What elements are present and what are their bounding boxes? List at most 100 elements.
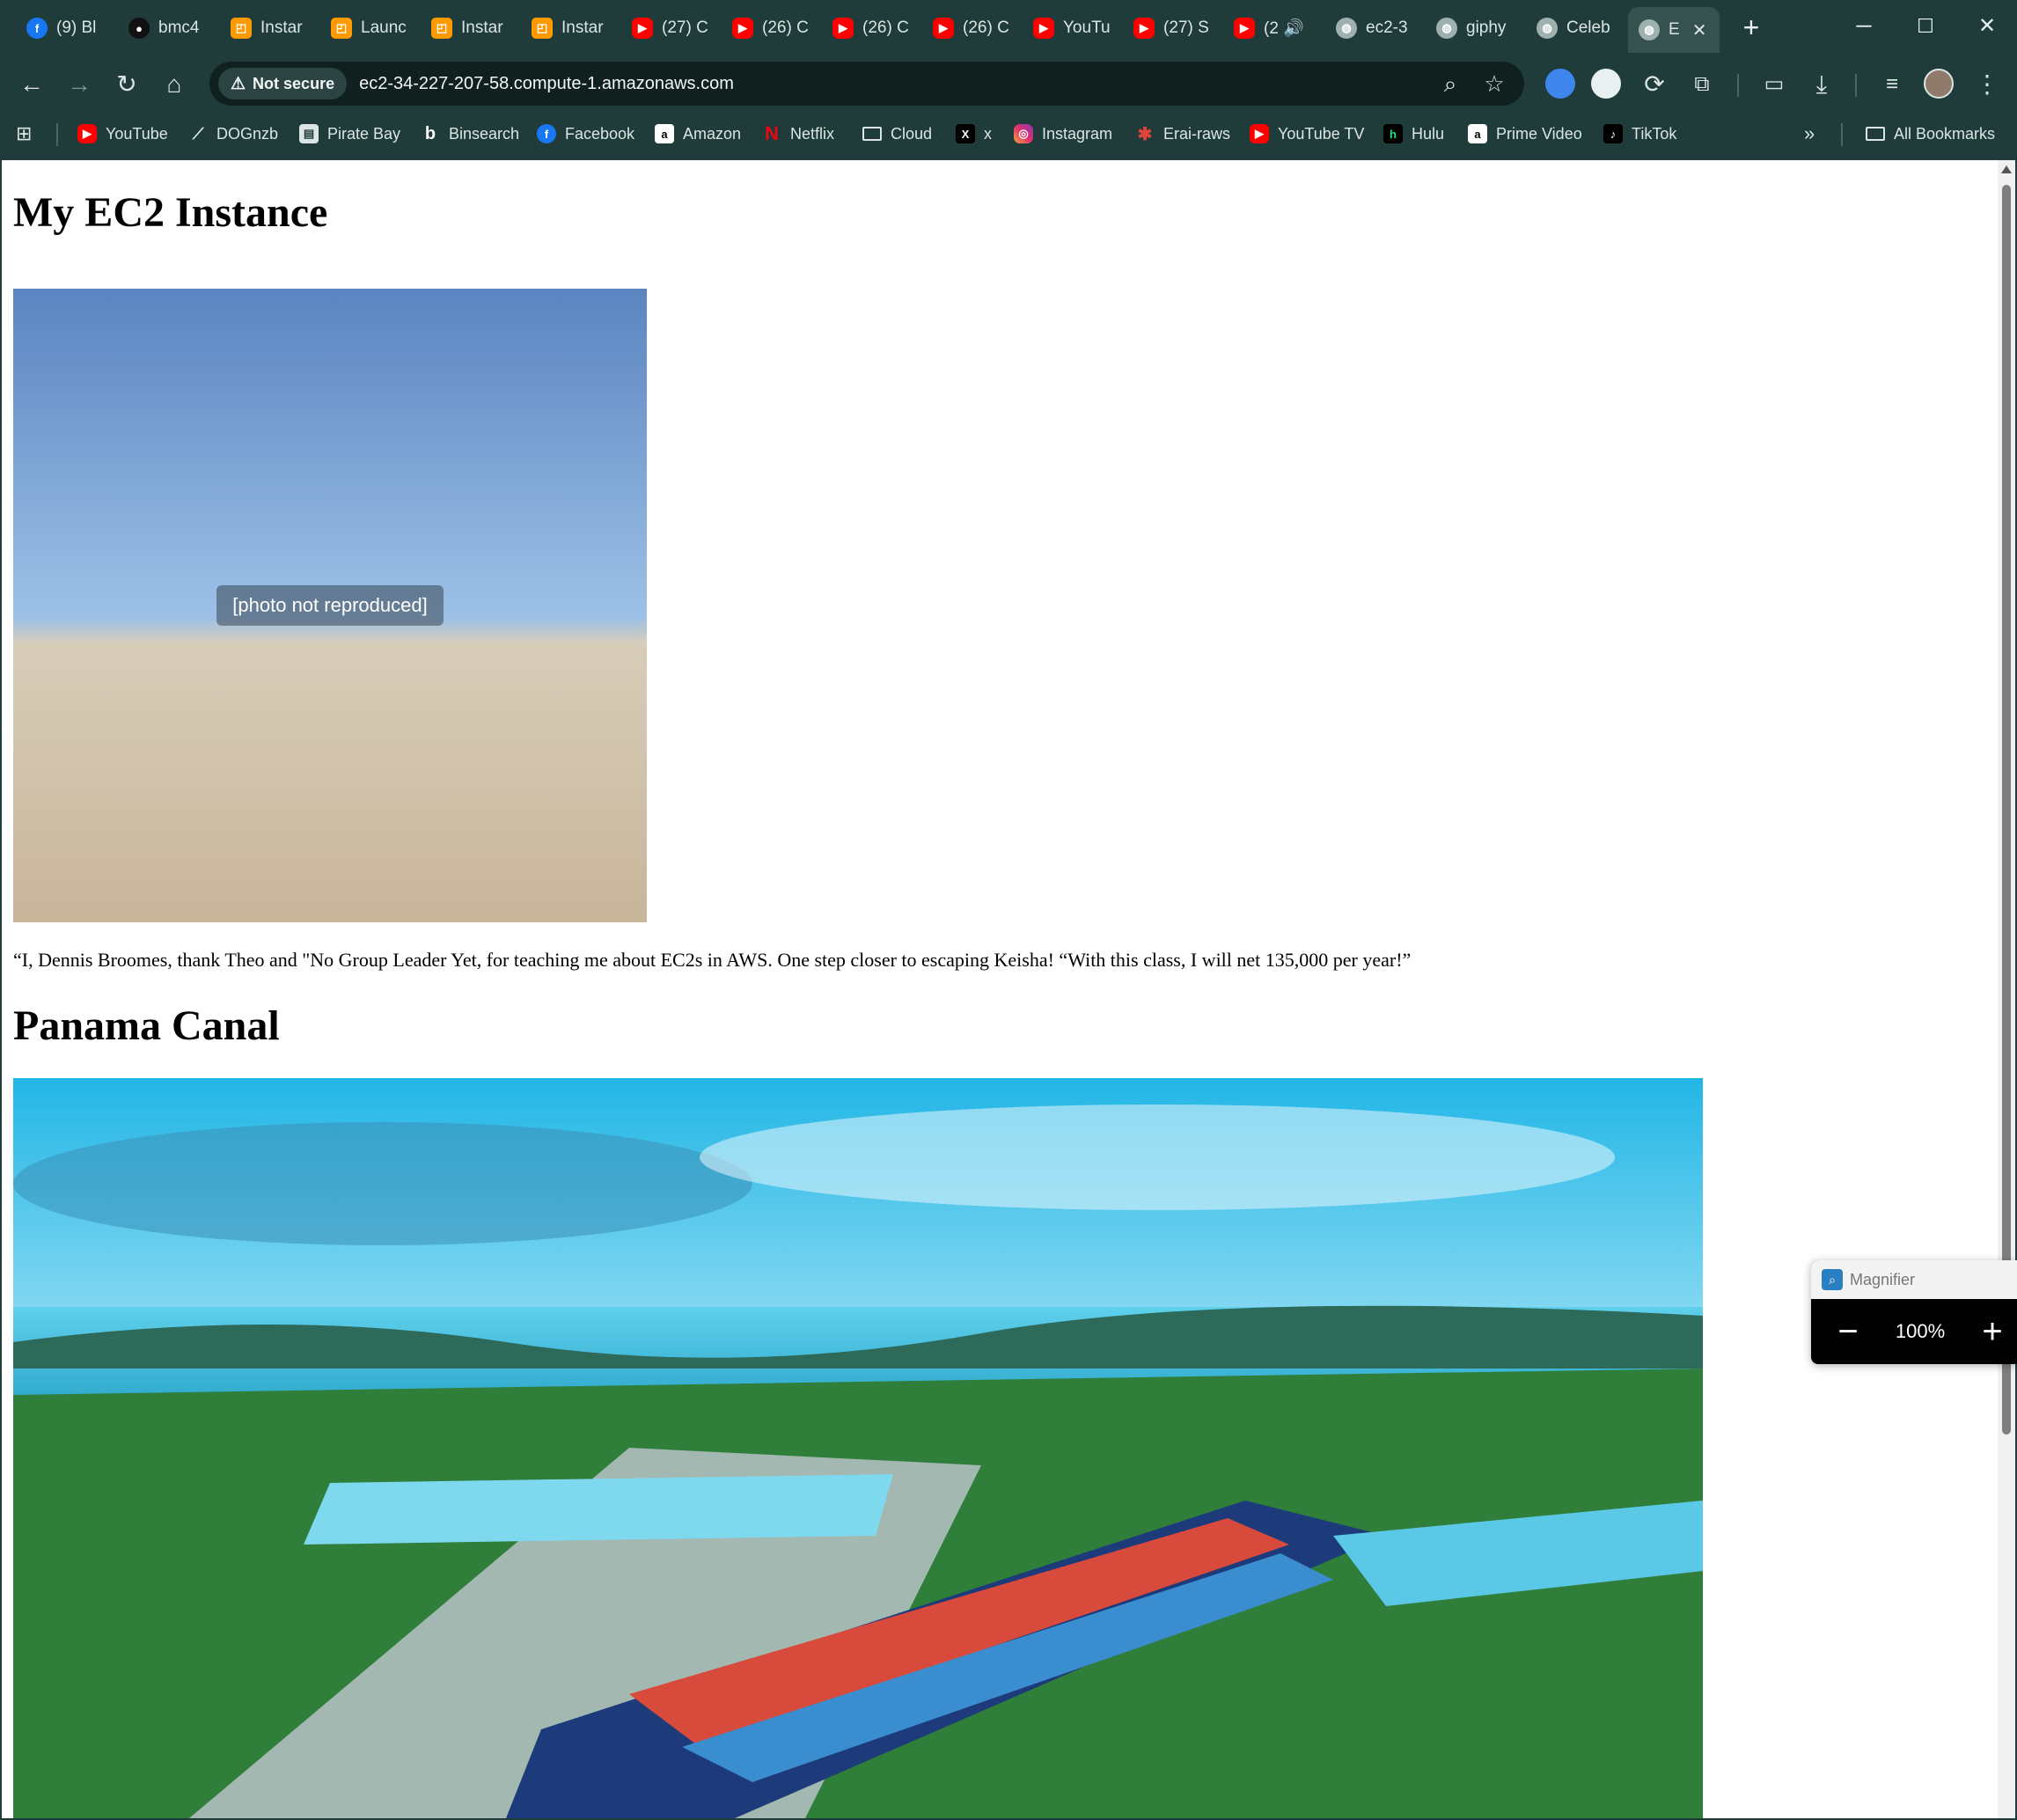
magnifier-icon: ⌕ (1822, 1269, 1843, 1290)
bookmark-pirate-bay[interactable]: ▤ Pirate Bay (299, 120, 400, 148)
globe-icon: ◍ (1436, 18, 1457, 39)
beach-photo: [photo not reproduced] (13, 289, 647, 922)
bookmark-hulu[interactable]: h Hulu (1383, 120, 1444, 148)
tab-16-active[interactable]: ◍ E ✕ (1628, 7, 1720, 53)
tab-label: ec2-3 (1366, 18, 1408, 37)
bookmark-star-icon[interactable]: ☆ (1477, 66, 1512, 101)
zoom-in-button[interactable]: + (1975, 1314, 2010, 1349)
folder-icon (1866, 127, 1885, 141)
bookmark-binsearch[interactable]: b Binsearch (421, 120, 519, 148)
bookmark-label: x (984, 124, 992, 143)
download-icon[interactable]: ⤓ (1804, 67, 1839, 102)
tab-9[interactable]: ▶ (26) C (933, 11, 1012, 46)
bookmark-label: Pirate Bay (327, 124, 401, 143)
sync-icon[interactable]: ⟳ (1637, 67, 1672, 102)
extension-icon[interactable] (1545, 69, 1575, 99)
scroll-thumb[interactable] (2002, 185, 2011, 1435)
tab-11[interactable]: ▶ (27) S (1133, 11, 1213, 46)
forward-icon[interactable]: → (62, 67, 97, 102)
aws-icon: ◰ (331, 18, 352, 39)
bookmark-netflix[interactable]: N Netflix (762, 120, 834, 148)
minimize-button[interactable]: ─ (1839, 11, 1889, 42)
canal-illustration (13, 1078, 1703, 1818)
binsearch-icon: b (424, 123, 436, 143)
tab-10[interactable]: ▶ YouTu (1033, 11, 1112, 46)
menu-icon[interactable]: ⋮ (1969, 67, 2005, 102)
magnifier-titlebar[interactable]: ⌕ Magnifier (1811, 1260, 2017, 1299)
bookmark-tiktok[interactable]: ♪ TikTok (1603, 120, 1676, 148)
bookmark-label: DOGnzb (216, 124, 279, 143)
avatar[interactable] (1924, 69, 1954, 99)
media-queue-icon[interactable]: ≡ (1874, 67, 1910, 102)
hulu-icon: h (1383, 124, 1403, 143)
back-icon[interactable]: ← (14, 67, 49, 102)
close-tab-icon[interactable]: ✕ (1692, 19, 1707, 41)
page-scrollbar[interactable] (1998, 160, 2015, 1818)
tab-5[interactable]: ◰ Instar (532, 11, 611, 46)
tab-0[interactable]: f (9) Bl (26, 11, 106, 46)
all-bookmarks[interactable]: All Bookmarks (1866, 120, 1995, 148)
globe-icon: ◍ (1639, 19, 1660, 40)
zoom-out-button[interactable]: − (1830, 1314, 1866, 1349)
tab-4[interactable]: ◰ Instar (431, 11, 510, 46)
amazon-icon: a (655, 124, 674, 143)
magnifier-title: Magnifier (1850, 1270, 1916, 1288)
magnifier-controls: − 100% + (1811, 1299, 2017, 1364)
scroll-up-arrow[interactable] (2001, 165, 2012, 173)
folder-icon (862, 127, 882, 141)
tab-8[interactable]: ▶ (26) C (832, 11, 912, 46)
bookmark-label: Prime Video (1496, 124, 1582, 143)
tab-label: giphy (1466, 18, 1507, 37)
bookmarks-bar: ⊞ ▶ YouTube ⟋ DOGnzb ▤ Pirate Bay b Bins… (0, 114, 2017, 153)
security-chip[interactable]: ⚠ Not secure (218, 68, 348, 99)
bookmark-prime-video[interactable]: a Prime Video (1468, 120, 1582, 148)
close-window-button[interactable]: ✕ (1962, 11, 2012, 42)
bookmark-label: TikTok (1632, 124, 1677, 143)
bookmark-erai-raws[interactable]: ✱ Erai-raws (1135, 120, 1230, 148)
apps-grid-icon[interactable]: ⊞ (16, 120, 32, 148)
tab-label: E (1669, 20, 1680, 39)
bookmark-facebook[interactable]: f Facebook (537, 120, 634, 148)
tab-6[interactable]: ▶ (27) C (632, 11, 711, 46)
home-icon[interactable]: ⌂ (157, 67, 192, 102)
bookmark-x[interactable]: X x (956, 120, 992, 148)
globe-icon: ◍ (1336, 18, 1357, 39)
facebook-icon: f (537, 124, 556, 143)
tab-label: (9) Bl (56, 18, 97, 37)
bookmark-label: YouTube TV (1278, 124, 1365, 143)
tab-2[interactable]: ◰ Instar (231, 11, 310, 46)
extension-icon[interactable] (1591, 69, 1621, 99)
tab-label: (26) C (762, 18, 809, 37)
bookmark-youtube[interactable]: ▶ YouTube (77, 120, 168, 148)
bookmark-youtube-tv[interactable]: ▶ YouTube TV (1250, 120, 1364, 148)
erai-icon: ✱ (1137, 124, 1153, 144)
bookmark-amazon[interactable]: a Amazon (655, 120, 741, 148)
bookmark-instagram[interactable]: ◎ Instagram (1014, 120, 1112, 148)
extensions-puzzle-icon[interactable]: ⧉ (1684, 67, 1720, 102)
tab-label: (26) C (963, 18, 1009, 37)
tab-label: bmc4 (158, 18, 200, 37)
tab-7[interactable]: ▶ (26) C (732, 11, 811, 46)
tab-label: Launc (361, 18, 407, 37)
new-tab-button[interactable]: + (1734, 11, 1769, 46)
address-bar[interactable]: ⚠ Not secure ec2-34-227-207-58.compute-1… (209, 62, 1524, 106)
cast-icon[interactable]: ▭ (1757, 67, 1792, 102)
tab-15[interactable]: ◍ Celeb (1537, 11, 1616, 46)
tab-14[interactable]: ◍ giphy (1436, 11, 1515, 46)
reload-icon[interactable]: ↻ (109, 67, 144, 102)
dognzb-icon: ⟋ (192, 124, 204, 143)
bookmark-folder-cloud[interactable]: Cloud (862, 120, 932, 148)
more-bookmarks-icon[interactable]: » (1804, 120, 1815, 148)
bookmark-label: Instagram (1042, 124, 1113, 143)
tab-1[interactable]: ● bmc4 (128, 11, 208, 46)
bookmark-dognzb[interactable]: ⟋ DOGnzb (188, 120, 278, 148)
youtube-icon: ▶ (732, 18, 753, 39)
tab-13[interactable]: ◍ ec2-3 (1336, 11, 1415, 46)
tab-12[interactable]: ▶ (2 🔊 (1234, 11, 1313, 46)
maximize-button[interactable]: ☐ (1901, 11, 1950, 42)
youtube-icon: ▶ (632, 18, 653, 39)
zoom-icon[interactable]: ⌕ (1433, 66, 1468, 101)
page-viewport: My EC2 Instance [photo not reproduced] “… (2, 160, 1998, 1818)
tab-3[interactable]: ◰ Launc (331, 11, 410, 46)
url-text[interactable]: ec2-34-227-207-58.compute-1.amazonaws.co… (359, 74, 734, 94)
